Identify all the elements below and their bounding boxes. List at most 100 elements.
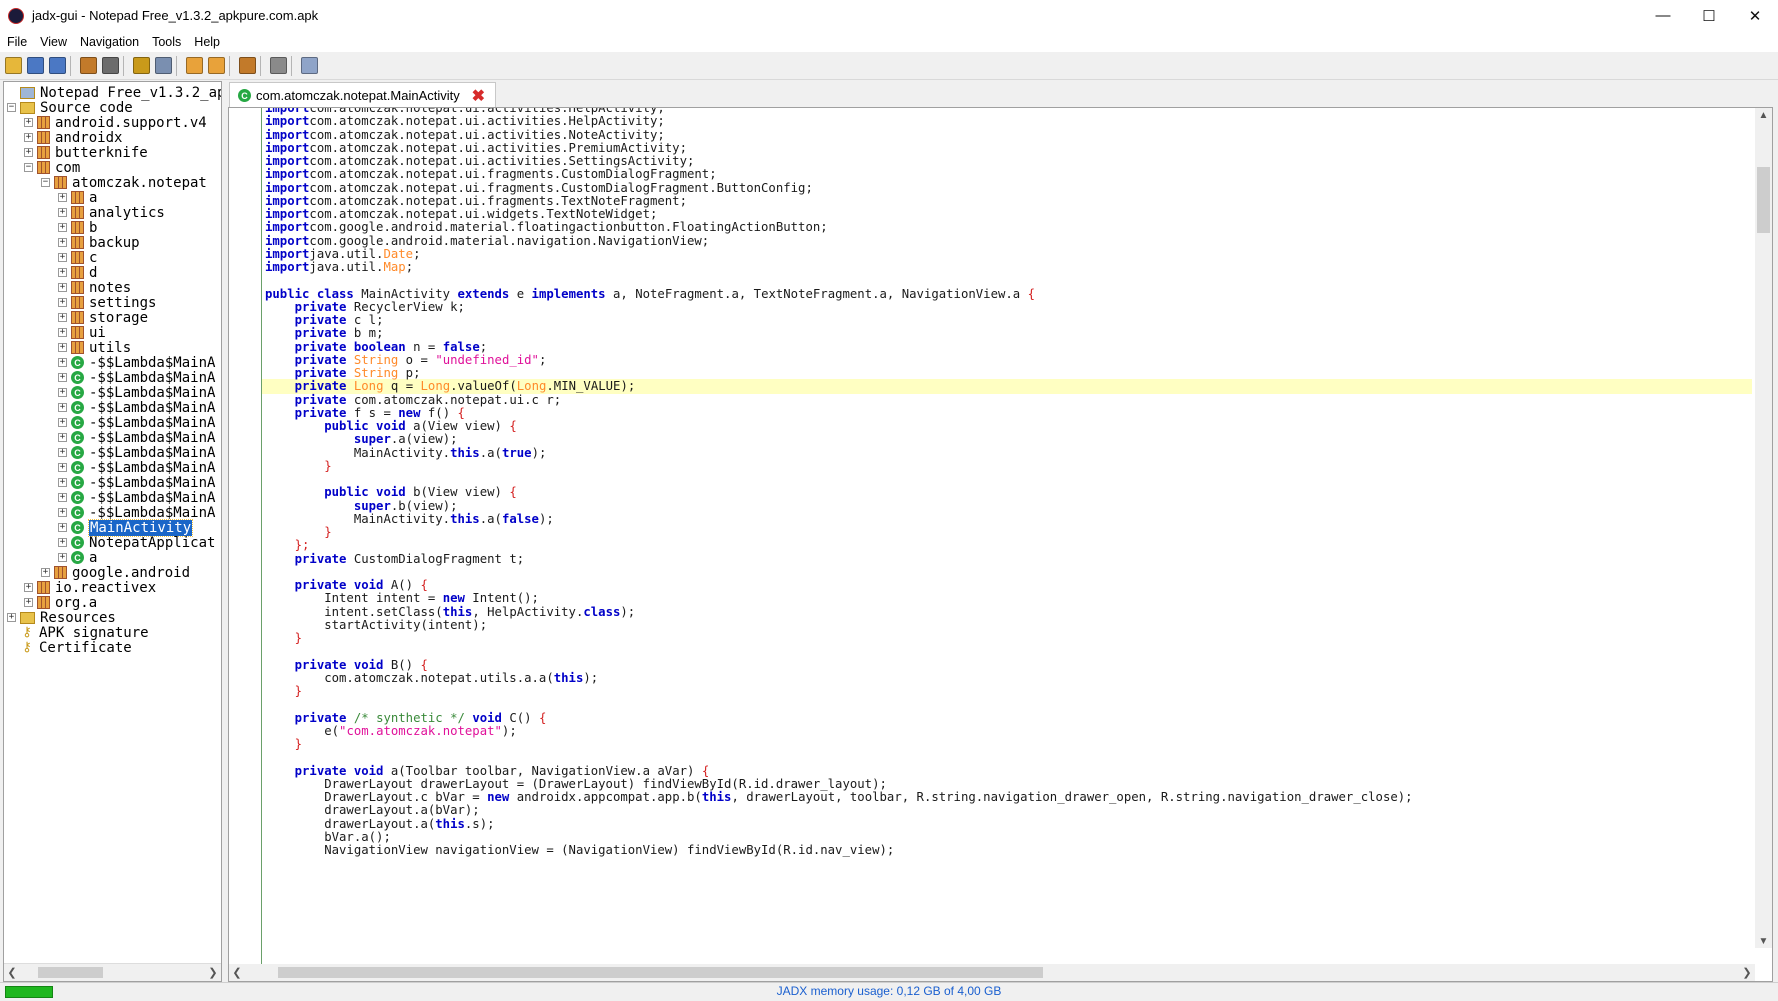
tree-horizontal-scrollbar[interactable]: ❮ ❯ bbox=[4, 963, 221, 981]
expand-icon[interactable]: + bbox=[58, 358, 67, 367]
toolbar-separator bbox=[260, 55, 261, 76]
code-token: import bbox=[265, 154, 310, 168]
tree-scroll-thumb[interactable] bbox=[38, 967, 103, 978]
code-token: implements bbox=[531, 286, 606, 301]
code-token: void bbox=[464, 710, 502, 725]
expand-icon[interactable]: + bbox=[41, 568, 50, 577]
expand-icon[interactable]: + bbox=[58, 403, 67, 412]
expand-icon[interactable]: + bbox=[58, 298, 67, 307]
expand-icon[interactable]: + bbox=[24, 148, 33, 157]
package-icon bbox=[54, 176, 67, 189]
expand-icon[interactable]: + bbox=[58, 223, 67, 232]
code-token: f() bbox=[420, 405, 458, 420]
expand-icon[interactable]: + bbox=[58, 313, 67, 322]
expand-icon[interactable]: + bbox=[58, 508, 67, 517]
code-hscroll-thumb[interactable] bbox=[278, 967, 1043, 978]
menu-file[interactable]: File bbox=[0, 35, 33, 49]
expand-icon[interactable]: + bbox=[58, 478, 67, 487]
expand-icon[interactable]: + bbox=[58, 463, 67, 472]
code-token: , HelpActivity. bbox=[472, 604, 584, 619]
tree-item-label: analytics bbox=[89, 204, 165, 221]
expand-icon[interactable]: + bbox=[58, 553, 67, 562]
text-search-icon[interactable] bbox=[133, 57, 150, 74]
back-icon[interactable] bbox=[186, 57, 203, 74]
code-token: private bbox=[294, 551, 347, 566]
code-token: private boolean bbox=[294, 339, 406, 354]
export-icon[interactable] bbox=[49, 57, 66, 74]
minimize-button[interactable]: — bbox=[1640, 0, 1686, 31]
log-viewer-icon[interactable] bbox=[270, 57, 287, 74]
code-vertical-scrollbar[interactable]: ▲ ▼ bbox=[1755, 108, 1772, 948]
expand-icon[interactable]: + bbox=[58, 343, 67, 352]
collapse-icon[interactable]: − bbox=[41, 178, 50, 187]
preferences-icon[interactable] bbox=[301, 57, 318, 74]
menu-view[interactable]: View bbox=[33, 35, 73, 49]
code-token: public void bbox=[324, 419, 406, 433]
expand-icon[interactable]: + bbox=[58, 328, 67, 337]
class-search-icon[interactable] bbox=[155, 57, 172, 74]
tree-item[interactable]: ⚷ Certificate bbox=[7, 639, 131, 656]
tab-mainactivity[interactable]: C com.atomczak.notepat.MainActivity ✖ bbox=[229, 82, 496, 108]
menu-help[interactable]: Help bbox=[187, 35, 226, 49]
expand-icon[interactable]: + bbox=[24, 583, 33, 592]
expand-icon[interactable]: + bbox=[58, 418, 67, 427]
expand-icon[interactable]: + bbox=[7, 613, 16, 622]
menu-navigation[interactable]: Navigation bbox=[73, 35, 145, 49]
expand-icon[interactable]: + bbox=[58, 283, 67, 292]
expand-icon[interactable]: + bbox=[24, 118, 33, 127]
close-tab-icon[interactable]: ✖ bbox=[472, 86, 485, 106]
code-token: import bbox=[265, 260, 310, 274]
code-vscroll-thumb[interactable] bbox=[1757, 167, 1770, 233]
close-window-button[interactable]: ✕ bbox=[1732, 0, 1778, 31]
expand-icon[interactable]: + bbox=[58, 538, 67, 547]
code-token: private bbox=[294, 326, 347, 341]
code-token: { bbox=[538, 710, 547, 725]
open-file-icon[interactable] bbox=[5, 57, 22, 74]
expand-icon[interactable]: + bbox=[58, 433, 67, 442]
scroll-up-icon[interactable]: ▲ bbox=[1755, 108, 1772, 122]
code-horizontal-scrollbar[interactable]: ❮ ❯ bbox=[229, 964, 1755, 981]
expand-icon[interactable]: + bbox=[58, 193, 67, 202]
menu-tools[interactable]: Tools bbox=[145, 35, 187, 49]
expand-icon[interactable]: + bbox=[24, 598, 33, 607]
deobfuscation-icon[interactable] bbox=[239, 57, 256, 74]
code-token: CustomDialogFragment t; bbox=[346, 551, 525, 566]
expand-icon[interactable]: + bbox=[58, 388, 67, 397]
expand-icon[interactable]: + bbox=[58, 448, 67, 457]
code-scroll-right-icon[interactable]: ❯ bbox=[1740, 964, 1754, 981]
forward-icon[interactable] bbox=[208, 57, 225, 74]
code-line: importjava.util.Map; bbox=[265, 260, 413, 275]
expand-icon[interactable]: + bbox=[58, 523, 67, 532]
sync-tree-icon[interactable] bbox=[80, 57, 97, 74]
code-token: a, NoteFragment.a, TextNoteFragment.a, N… bbox=[605, 286, 1028, 301]
scroll-down-icon[interactable]: ▼ bbox=[1755, 934, 1772, 948]
collapse-icon[interactable]: − bbox=[24, 163, 33, 172]
code-token: new bbox=[487, 790, 510, 804]
expand-icon[interactable]: + bbox=[58, 208, 67, 217]
class-icon: C bbox=[238, 89, 251, 102]
expand-icon[interactable]: + bbox=[58, 253, 67, 262]
code-line: com.atomczak.notepat.utils.a.a(this); bbox=[265, 671, 598, 686]
expand-icon[interactable]: + bbox=[58, 493, 67, 502]
maximize-button[interactable]: ☐ bbox=[1686, 0, 1732, 31]
expand-icon[interactable]: + bbox=[24, 133, 33, 142]
flatten-packages-icon[interactable] bbox=[102, 57, 119, 74]
code-token: MainActivity. bbox=[265, 511, 451, 526]
expand-icon[interactable]: + bbox=[58, 238, 67, 247]
code-scroll-left-icon[interactable]: ❮ bbox=[230, 964, 244, 981]
package-icon bbox=[37, 596, 50, 609]
expand-icon[interactable]: + bbox=[58, 373, 67, 382]
collapse-icon[interactable]: − bbox=[7, 103, 16, 112]
code-token: String bbox=[346, 352, 399, 367]
code-token: com.atomczak.notepat.ui.c r; bbox=[346, 392, 562, 407]
save-all-icon[interactable] bbox=[27, 57, 44, 74]
scroll-right-icon[interactable]: ❯ bbox=[206, 964, 220, 981]
expand-icon[interactable]: + bbox=[58, 268, 67, 277]
scroll-left-icon[interactable]: ❮ bbox=[5, 964, 19, 981]
code-token: com.atomczak.notepat.ui.activities.HelpA… bbox=[309, 114, 665, 129]
code-area[interactable]: import com.atomczak.notepat.ui.activities… bbox=[228, 107, 1773, 982]
